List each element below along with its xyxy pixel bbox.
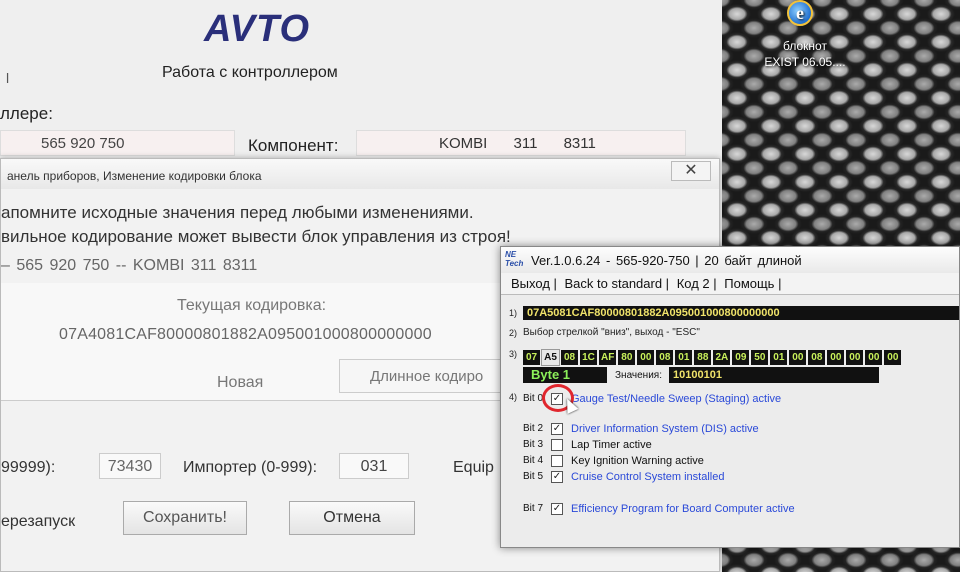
bit-label: Bit 0 (523, 393, 544, 405)
bit-checkbox[interactable]: ✓ (551, 422, 563, 435)
bit-row: Bit 7 ✓ Efficiency Program for Board Compu… (523, 500, 795, 515)
menu-back-to-standard[interactable]: Back to standard | (565, 276, 670, 291)
bit-description: Lap Timer active (571, 438, 652, 451)
controller-summary: – 565 920 750 -- KOMBI 311 8311 (1, 257, 258, 274)
byte-cell[interactable]: AF (599, 350, 617, 365)
app-subtitle: Работа с контроллером (162, 64, 338, 81)
importer-label: Импортер (0-999): (183, 459, 318, 476)
bit-row: Bit 4 Key Ignition Warning active (523, 452, 704, 467)
menu-code-2[interactable]: Код 2 | (677, 276, 717, 291)
close-button[interactable]: ✕ (671, 161, 711, 181)
byte-cell[interactable]: 01 (675, 350, 693, 365)
bit-label: Bit 5 (523, 471, 544, 483)
controller-label: ллере: (0, 104, 53, 123)
byte-cell[interactable]: 50 (751, 350, 769, 365)
ie-logo-icon: e (787, 0, 813, 26)
bit-checkbox[interactable] (551, 454, 563, 467)
row-number: 1) (509, 308, 518, 318)
menu-exit[interactable]: Выход | (511, 276, 557, 291)
long-coding-button[interactable]: Длинное кодиро (339, 359, 509, 393)
internet-explorer-icon[interactable]: e (787, 0, 817, 30)
bit-window-menu: Выход | Back to standard | Код 2 | Помощ… (501, 273, 959, 295)
notepad-label: блокнот (783, 39, 827, 53)
byte-cell[interactable]: 08 (808, 350, 826, 365)
byte-cell[interactable]: 88 (694, 350, 712, 365)
byte-cell[interactable]: 07 (523, 350, 540, 365)
row-number: 4) (509, 392, 518, 402)
byte-cell[interactable]: 08 (656, 350, 674, 365)
bit-description: Driver Information System (DIS) active (571, 422, 759, 435)
coding-dialog-title: анель приборов, Изменение кодировки блок… (7, 169, 262, 183)
bit-description: Cruise Control System installed (571, 470, 725, 483)
bit-row: Bit 2 ✓ Driver Information System (DIS) ac… (523, 420, 759, 435)
warning-text-2: вильное кодирование может вывести блок у… (1, 227, 511, 246)
byte-cell[interactable]: 1C (580, 350, 597, 365)
byte-cell[interactable]: 00 (827, 350, 845, 365)
byte-cell[interactable]: 08 (561, 350, 578, 365)
current-coding-label: Текущая кодировка: (177, 297, 327, 314)
byte-cell[interactable]: 80 (618, 350, 636, 365)
bit-row: Bit 5 ✓ Cruise Control System installed (523, 468, 725, 483)
byte-cell[interactable]: 00 (846, 350, 864, 365)
current-coding-value: 07A4081CAF80000801882A095001000800000000 (59, 326, 432, 343)
bit-description: Key Ignition Warning active (571, 454, 704, 467)
checkmark-icon: ✓ (552, 392, 562, 404)
bit-window-titlebar[interactable]: NE Tech Ver.1.0.6.24 - 565-920-750 | 20 б… (501, 247, 959, 273)
coding-dialog-titlebar[interactable]: анель приборов, Изменение кодировки блок… (1, 159, 719, 189)
bit-window-title: Ver.1.0.6.24 - 565-920-750 | 20 байт дли… (531, 253, 802, 268)
byte-cell[interactable]: 00 (884, 350, 902, 365)
byte-value-binary: 10100101 (669, 367, 879, 383)
app-title: AVTO (204, 8, 311, 50)
checkmark-icon: ✓ (552, 502, 562, 514)
byte-cell[interactable]: 2A (713, 350, 731, 365)
close-icon: ✕ (684, 162, 698, 179)
checkmark-icon: ✓ (552, 422, 562, 434)
restart-label: ерезапуск (1, 513, 76, 530)
byte-cell[interactable]: A5 (541, 349, 560, 366)
bit-row: Bit 3 Lap Timer active (523, 436, 652, 451)
byte-cell[interactable]: 00 (789, 350, 807, 365)
netech-logo: NE Tech (505, 250, 524, 268)
row-number: 2) (509, 328, 518, 338)
bit-label: Bit 3 (523, 439, 544, 451)
bit-checkbox[interactable]: ✓ (551, 502, 563, 515)
full-coding-string: 07A5081CAF80000801882A095001000800000000 (523, 306, 959, 320)
bytes-row: 07 A5 08 1C AF 80 00 08 01 88 2A 09 50 01 00 08 00 00 00 00 (523, 347, 903, 366)
bit-checkbox[interactable]: ✓ (551, 392, 563, 405)
importer-input[interactable]: 031 (339, 453, 409, 479)
navigation-hint: Выбор стрелкой "вниз", выход - "ESC" (523, 327, 700, 338)
checkmark-icon: ✓ (552, 470, 562, 482)
bit-label: Bit 7 (523, 503, 544, 515)
workshop-code-input[interactable]: 73430 (99, 453, 161, 479)
byte-cell[interactable]: 01 (770, 350, 788, 365)
controller-number-field: 565 920 750 (0, 130, 235, 156)
bit-checkbox[interactable]: ✓ (551, 470, 563, 483)
selected-byte-label: Byte 1 (523, 367, 607, 383)
bit-label: Bit 4 (523, 455, 544, 467)
equipment-label: Equip (453, 459, 494, 476)
value-label: Значения: (615, 370, 662, 381)
workshop-code-label: 99999): (1, 459, 56, 476)
exist-label: EXIST 06.05.... (764, 55, 846, 69)
bit-label: Bit 2 (523, 423, 544, 435)
component-label: Компонент: (248, 136, 339, 155)
byte-cell[interactable]: 09 (732, 350, 750, 365)
component-field: KOMBI 311 8311 (356, 130, 686, 156)
new-coding-label: Новая (217, 374, 264, 391)
menu-help[interactable]: Помощь | (724, 276, 781, 291)
warning-text-1: апомните исходные значения перед любыми … (1, 203, 474, 222)
cancel-button[interactable]: Отмена (289, 501, 415, 535)
bit-checkbox[interactable] (551, 438, 563, 451)
bit-description: Gauge Test/Needle Sweep (Staging) active (571, 392, 782, 405)
desktop-shortcut-notepad[interactable]: блокнот EXIST 06.05.... (760, 38, 850, 70)
left-edge-mark: l (6, 70, 10, 86)
save-button[interactable]: Сохранить! (123, 501, 247, 535)
byte-cell[interactable]: 00 (865, 350, 883, 365)
byte-cell[interactable]: 00 (637, 350, 655, 365)
row-number: 3) (509, 349, 518, 359)
bit-description: Efficiency Program for Board Computer ac… (571, 502, 795, 515)
